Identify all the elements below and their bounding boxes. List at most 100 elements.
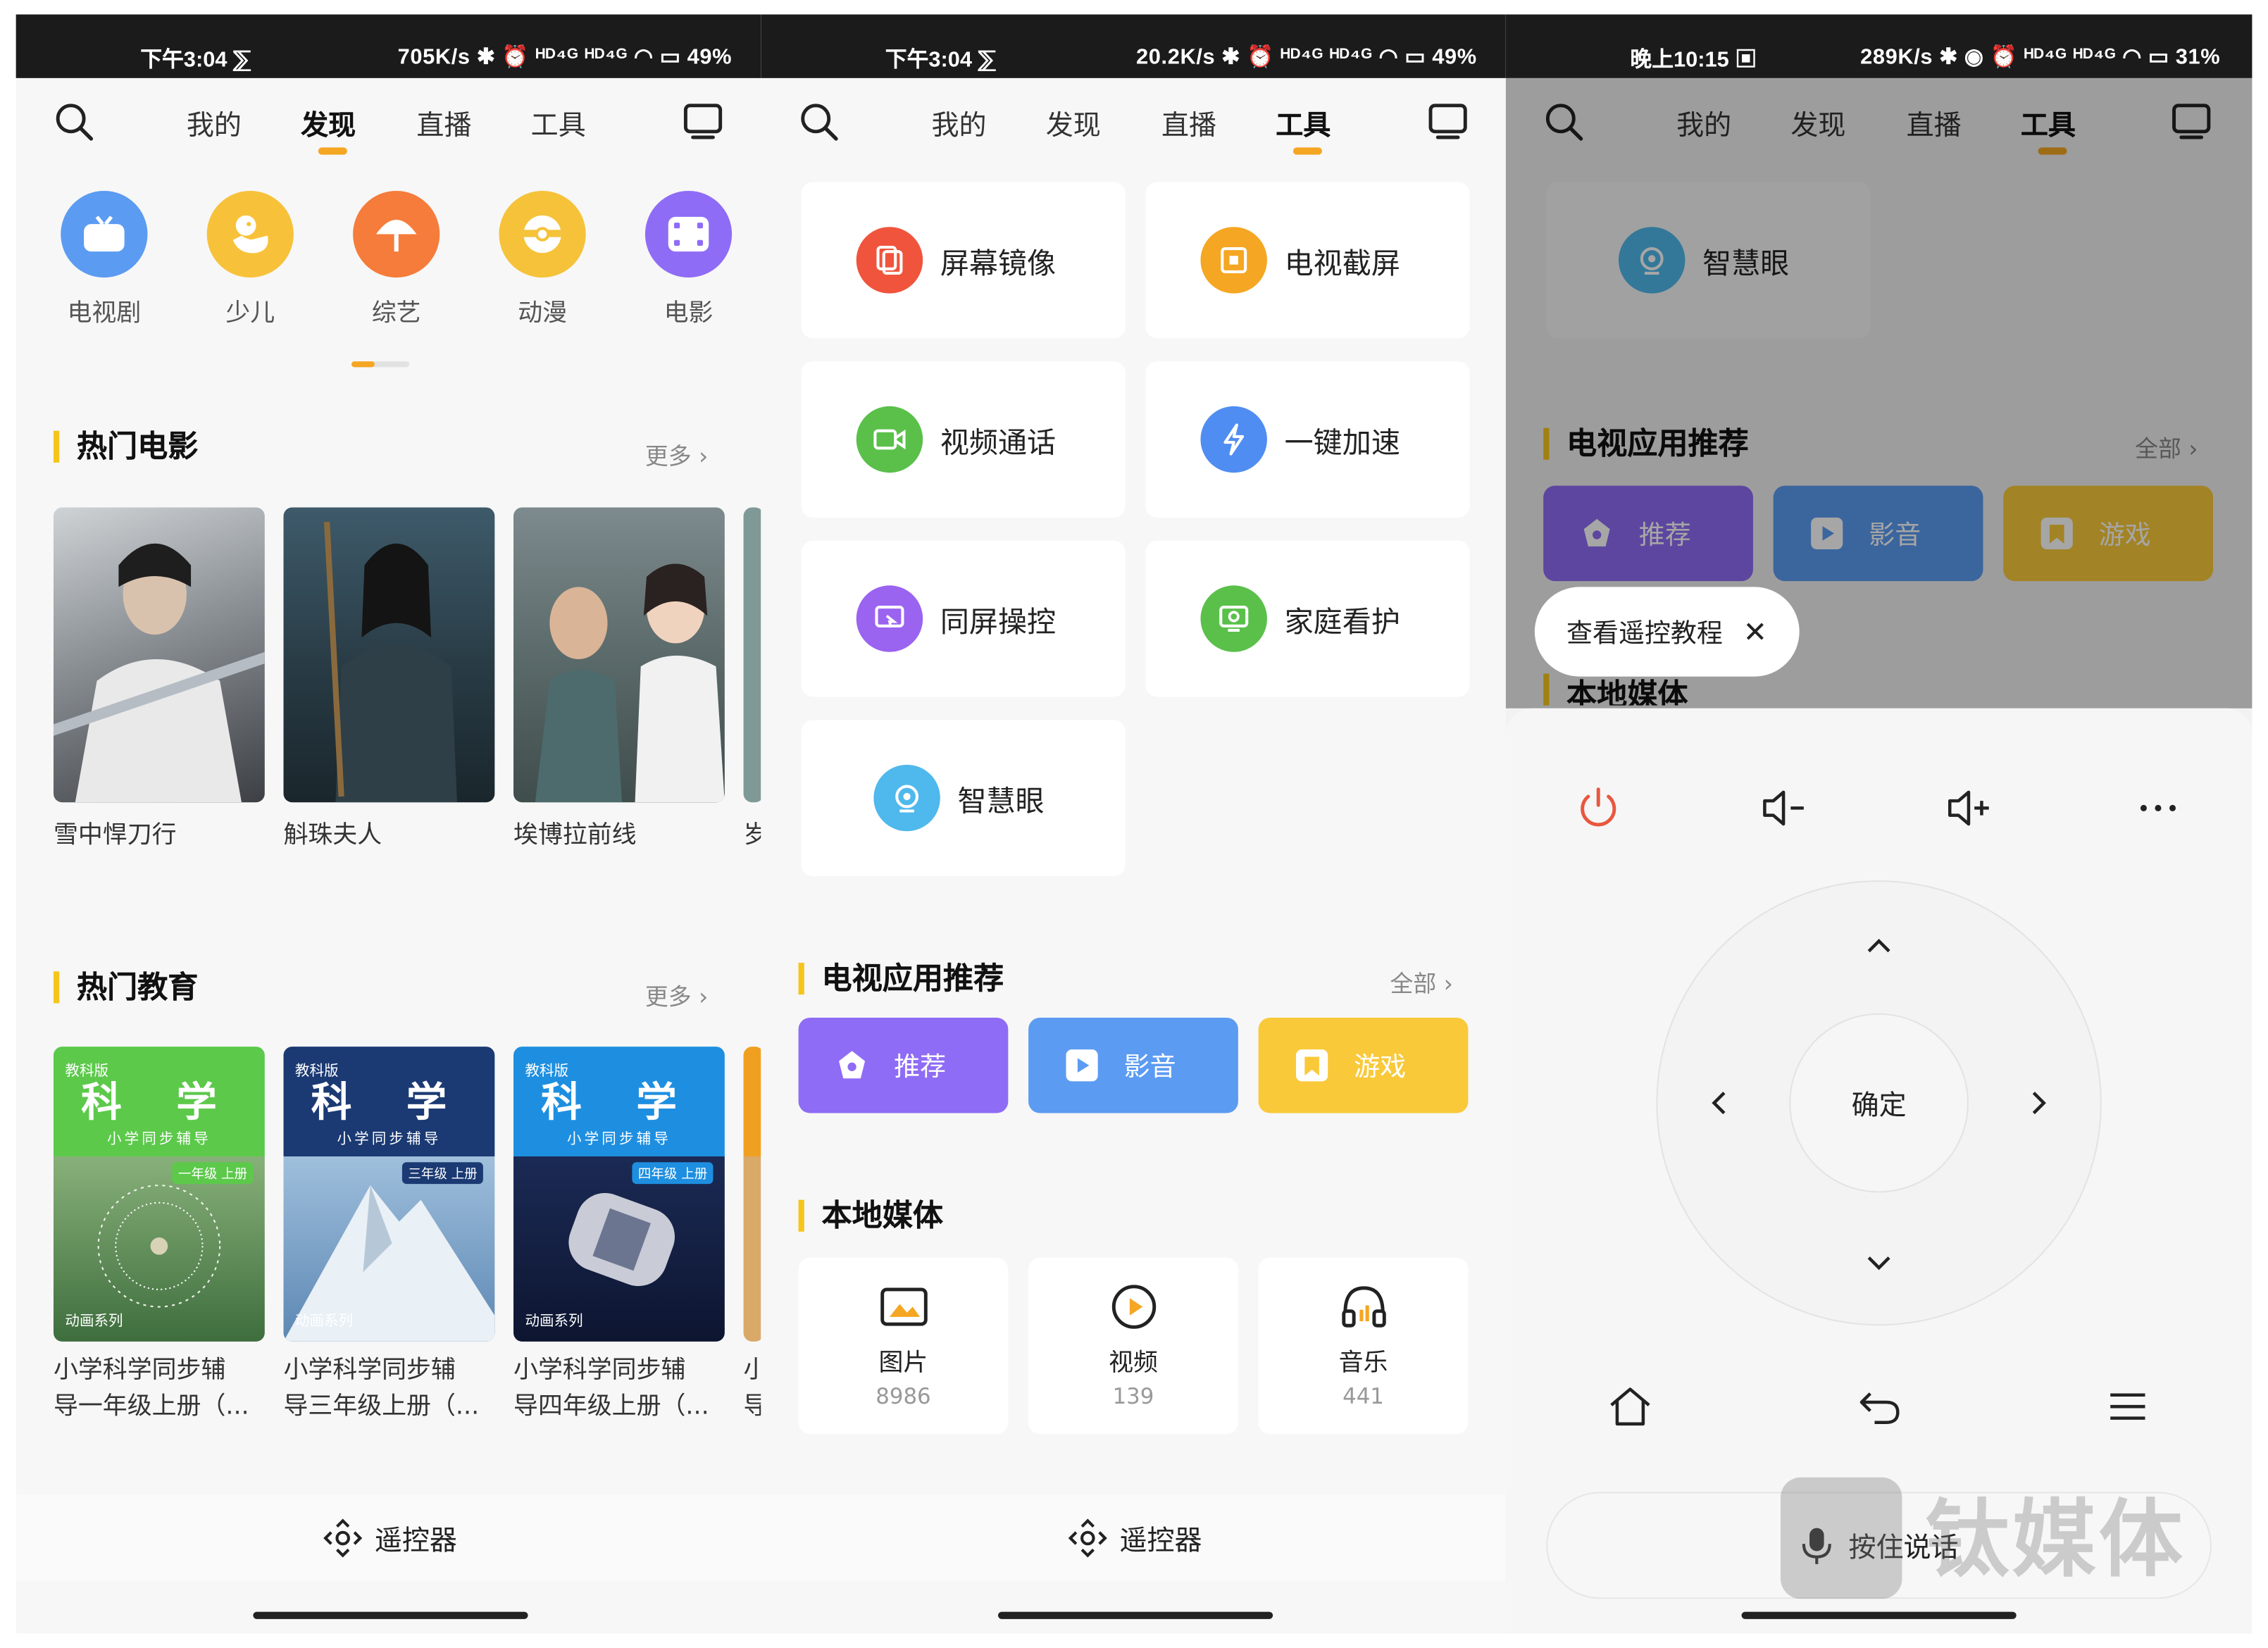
local-media-music[interactable]: 音乐 441 — [1259, 1258, 1469, 1434]
anime-icon — [499, 191, 585, 277]
search-icon[interactable] — [54, 101, 94, 142]
chevron-down-icon[interactable] — [1855, 1237, 1904, 1287]
ok-button[interactable]: 确定 — [1789, 1013, 1969, 1193]
tab-tools[interactable]: 工具 — [531, 104, 586, 143]
media-label: 音乐 — [1259, 1342, 1469, 1378]
book-series: 动画系列 — [525, 1309, 582, 1330]
remote-tutorial-tip[interactable]: 查看遥控教程 ✕ — [1535, 587, 1799, 676]
media-count: 139 — [1028, 1383, 1238, 1409]
tool-boost[interactable]: 一键加速 — [1145, 361, 1469, 518]
home-indicator — [997, 1612, 1272, 1619]
tab-discover[interactable]: 发现 — [1046, 104, 1101, 143]
camera-icon — [873, 765, 940, 831]
tab-live[interactable]: 直播 — [1161, 104, 1216, 143]
book-subtitle: 小学同步辅导 — [65, 1126, 253, 1148]
local-media-photos[interactable]: 图片 8986 — [799, 1258, 1009, 1434]
chevron-left-icon[interactable] — [1695, 1078, 1745, 1128]
tool-screen-control[interactable]: 同屏操控 — [802, 541, 1126, 697]
volume-down-icon[interactable] — [1759, 784, 1808, 833]
all-link[interactable]: 全部 › — [1390, 964, 1453, 999]
app-recommend-button[interactable]: 推荐 — [799, 1018, 1009, 1113]
menu-icon[interactable] — [2103, 1382, 2152, 1431]
chevron-right-icon[interactable] — [2014, 1078, 2063, 1128]
volume-up-icon[interactable] — [1944, 784, 1993, 833]
more-link[interactable]: 更多 › — [645, 978, 708, 1012]
category-label: 综艺 — [351, 292, 441, 328]
tv-icon[interactable] — [683, 101, 723, 142]
status-time: 下午3:04 ⅀ — [885, 44, 996, 74]
media-label: 图片 — [799, 1342, 1009, 1378]
book-title: 小学科学同步辅导三年级上册（... — [284, 1353, 501, 1425]
tab-mine[interactable]: 我的 — [932, 104, 987, 143]
top-nav: 我的 发现 直播 工具 — [16, 78, 764, 180]
category-movie[interactable]: 电影 — [644, 191, 733, 328]
category-kids[interactable]: 少儿 — [206, 191, 295, 328]
category-variety[interactable]: 综艺 — [351, 191, 441, 328]
movie-poster[interactable] — [54, 507, 265, 802]
media-count: 8986 — [799, 1383, 1009, 1409]
movie-poster[interactable] — [513, 507, 725, 802]
tool-smart-eye[interactable]: 智慧眼 — [802, 720, 1126, 876]
search-icon[interactable] — [799, 101, 840, 142]
tab-live[interactable]: 直播 — [416, 104, 471, 143]
star-icon — [833, 1047, 871, 1084]
edu-book-cover[interactable]: 教科版 科 学 小学同步辅导 四年级 上册 动画系列 — [513, 1047, 725, 1342]
remote-dpad-icon — [323, 1518, 363, 1558]
more-link[interactable]: 更多 › — [645, 437, 708, 471]
umbrella-icon — [353, 191, 440, 277]
edu-book-cover[interactable]: 教科版 科 学 小学同步辅导 一年级 上册 动画系列 — [54, 1047, 265, 1342]
close-icon[interactable]: ✕ — [1743, 614, 1767, 649]
home-care-icon — [1200, 585, 1266, 651]
tip-label: 查看遥控教程 — [1566, 613, 1723, 650]
tool-home-care[interactable]: 家庭看护 — [1145, 541, 1469, 697]
book-tag: 教科版 — [525, 1059, 713, 1080]
remote-label: 遥控器 — [1119, 1518, 1202, 1557]
more-icon[interactable] — [2133, 784, 2183, 833]
watermark-text: 钛媒体 — [1925, 1472, 2186, 1593]
image-icon — [878, 1281, 930, 1333]
screen-mirror-icon — [856, 227, 923, 293]
more-label: 更多 — [645, 983, 692, 1011]
status-bar: 下午3:04 ⅀ 20.2K/s ✱ ⏰ ᴴᴰ⁴ᴳ ᴴᴰ⁴ᴳ ◠ ▭ 49% — [761, 15, 1509, 78]
section-title-hot-edu: 热门教育 — [54, 971, 198, 1003]
book-tag: 教科版 — [65, 1059, 253, 1080]
book-title-big: 科 学 — [65, 1080, 253, 1126]
tool-tv-screenshot[interactable]: 电视截屏 — [1145, 182, 1469, 339]
section-title-hot-movies: 热门电影 — [54, 431, 198, 463]
chevron-right-icon: › — [1444, 970, 1453, 997]
chevron-up-icon[interactable] — [1855, 923, 1904, 972]
back-icon[interactable] — [1855, 1382, 1904, 1431]
tab-discover[interactable]: 发现 — [301, 104, 356, 143]
tool-screen-mirror[interactable]: 屏幕镜像 — [802, 182, 1126, 339]
tv-icon[interactable] — [1428, 101, 1469, 142]
local-media-videos[interactable]: 视频 139 — [1028, 1258, 1238, 1434]
tool-label: 视频通话 — [940, 419, 1056, 461]
book-subtitle: 小学同步辅导 — [525, 1126, 713, 1148]
category-anime[interactable]: 动漫 — [497, 191, 587, 328]
bookmark-star-icon — [1293, 1047, 1331, 1084]
app-game-button[interactable]: 游戏 — [1259, 1018, 1469, 1113]
tab-tools[interactable]: 工具 — [1276, 104, 1331, 143]
panel-remote: 晚上10:15 ▣ 289K/s ✱ ◉ ⏰ ᴴᴰ⁴ᴳ ᴴᴰ⁴ᴳ ◠ ▭ 31%… — [1506, 15, 2253, 1634]
active-tab-indicator — [1293, 147, 1322, 154]
power-icon[interactable] — [1574, 784, 1623, 833]
status-bar: 下午3:04 ⅀ 705K/s ✱ ⏰ ᴴᴰ⁴ᴳ ᴴᴰ⁴ᴳ ◠ ▭ 49% — [16, 15, 764, 78]
media-count: 441 — [1259, 1383, 1469, 1409]
tool-video-call[interactable]: 视频通话 — [802, 361, 1126, 518]
panel-tools: 下午3:04 ⅀ 20.2K/s ✱ ⏰ ᴴᴰ⁴ᴳ ᴴᴰ⁴ᴳ ◠ ▭ 49% 我… — [761, 15, 1509, 1634]
tab-mine[interactable]: 我的 — [187, 104, 242, 143]
home-icon[interactable] — [1605, 1382, 1655, 1431]
status-indicators: 705K/s ✱ ⏰ ᴴᴰ⁴ᴳ ᴴᴰ⁴ᴳ ◠ ▭ 49% — [398, 44, 733, 70]
movie-poster[interactable] — [284, 507, 495, 802]
screenshot-icon — [1200, 227, 1266, 293]
edu-book-cover[interactable]: 教科版 科 学 小学同步辅导 三年级 上册 动画系列 — [284, 1047, 495, 1342]
page-indicator — [351, 361, 409, 367]
remote-control-button[interactable]: 遥控器 — [761, 1494, 1509, 1581]
tool-label: 一键加速 — [1285, 419, 1400, 461]
screen-control-icon — [856, 585, 923, 651]
status-bar: 晚上10:15 ▣ 289K/s ✱ ◉ ⏰ ᴴᴰ⁴ᴳ ᴴᴰ⁴ᴳ ◠ ▭ 31% — [1506, 15, 2253, 78]
app-media-button[interactable]: 影音 — [1028, 1018, 1238, 1113]
remote-control-button[interactable]: 遥控器 — [16, 1494, 764, 1581]
tool-label: 屏幕镜像 — [940, 240, 1056, 282]
category-tv-series[interactable]: 电视剧 — [59, 191, 149, 328]
